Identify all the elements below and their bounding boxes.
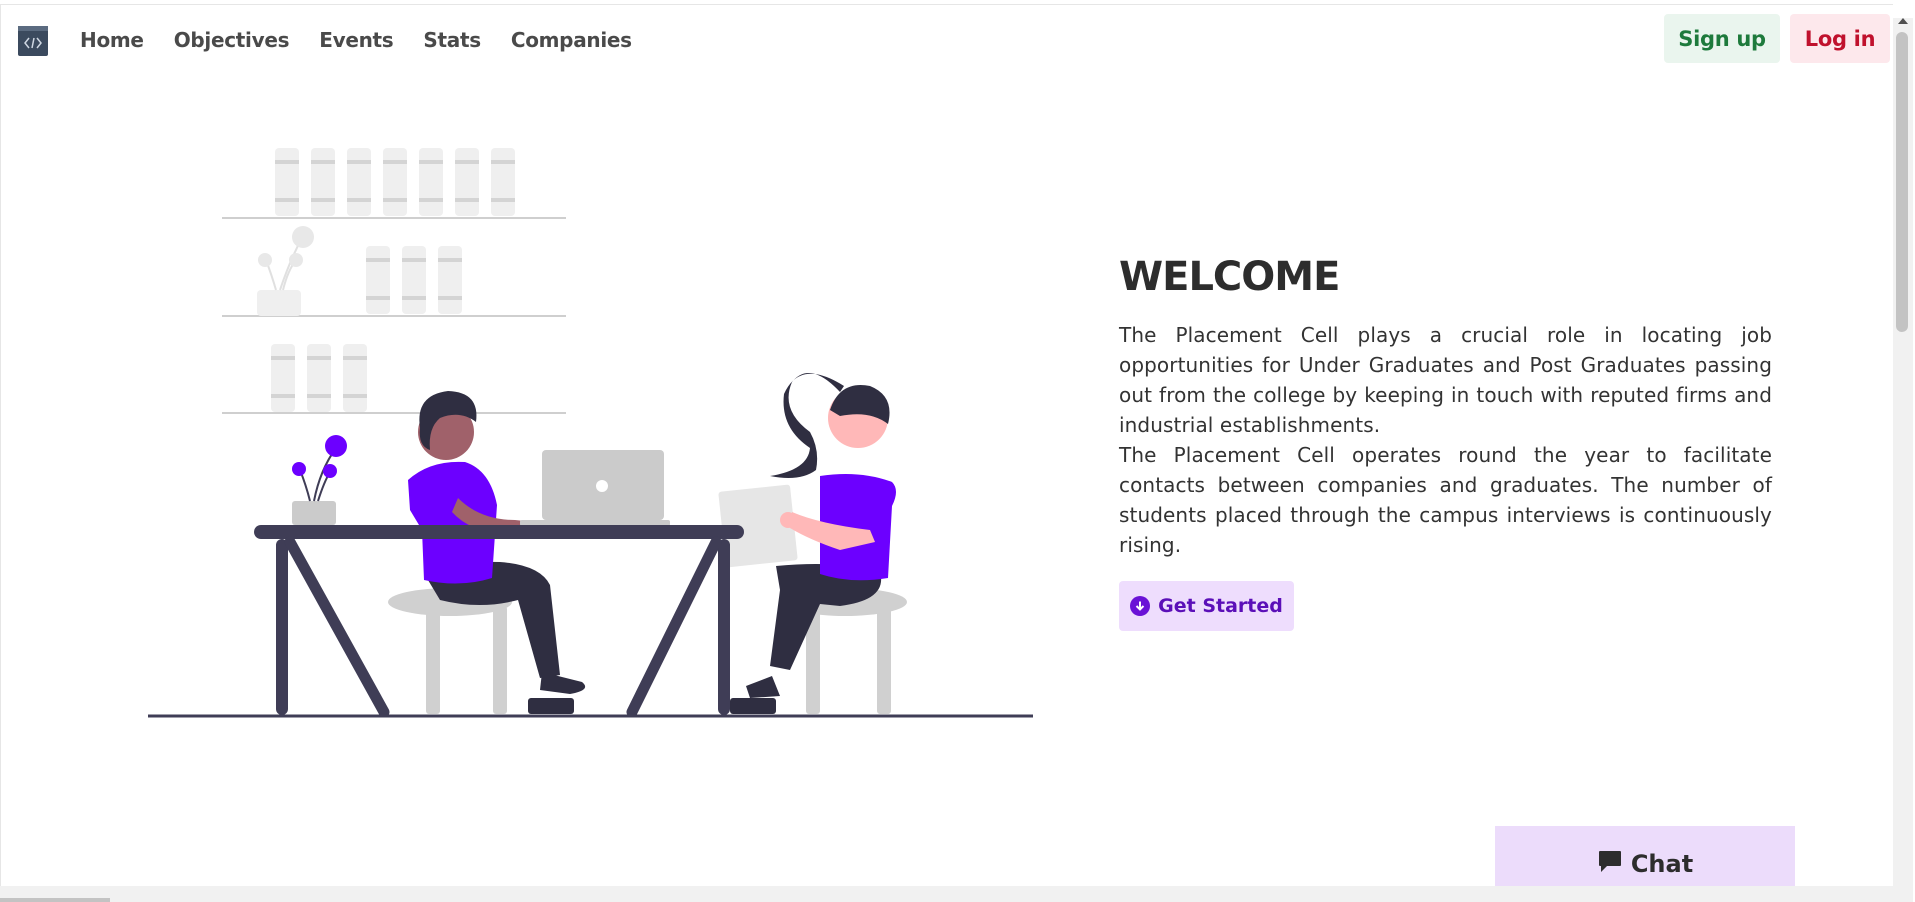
hero-illustration bbox=[148, 148, 1033, 718]
chat-bubble-icon bbox=[1597, 848, 1623, 880]
navbar: Home Objectives Events Stats Companies S… bbox=[0, 4, 1893, 72]
nav-link-events[interactable]: Events bbox=[319, 28, 393, 52]
stools bbox=[388, 588, 907, 714]
welcome-paragraph-2: The Placement Cell operates round the ye… bbox=[1119, 443, 1772, 557]
get-started-button[interactable]: Get Started bbox=[1119, 581, 1294, 631]
scroll-up-arrow-icon[interactable] bbox=[1898, 18, 1908, 24]
horizontal-scrollbar[interactable] bbox=[0, 886, 1893, 902]
arrow-down-circle-icon bbox=[1130, 596, 1151, 616]
welcome-description: The Placement Cell plays a crucial role … bbox=[1119, 320, 1772, 560]
nav-links: Home Objectives Events Stats Companies bbox=[80, 28, 662, 52]
login-button[interactable]: Log in bbox=[1790, 14, 1890, 63]
vertical-scrollbar[interactable] bbox=[1893, 18, 1913, 902]
nav-link-objectives[interactable]: Objectives bbox=[174, 28, 290, 52]
nav-link-home[interactable]: Home bbox=[80, 28, 144, 52]
nav-link-companies[interactable]: Companies bbox=[511, 28, 632, 52]
vertical-scrollbar-thumb[interactable] bbox=[1896, 32, 1908, 332]
laptop bbox=[520, 450, 670, 526]
get-started-label: Get Started bbox=[1158, 595, 1283, 617]
welcome-paragraph-1: The Placement Cell plays a crucial role … bbox=[1119, 323, 1772, 437]
bookshelf bbox=[222, 148, 566, 414]
chat-label: Chat bbox=[1630, 850, 1694, 878]
desk-plant bbox=[292, 435, 347, 525]
code-icon[interactable] bbox=[18, 26, 48, 56]
welcome-title: WELCOME bbox=[1119, 254, 1340, 300]
horizontal-scrollbar-thumb[interactable] bbox=[0, 898, 110, 902]
signup-button[interactable]: Sign up bbox=[1664, 14, 1780, 63]
nav-link-stats[interactable]: Stats bbox=[423, 28, 481, 52]
